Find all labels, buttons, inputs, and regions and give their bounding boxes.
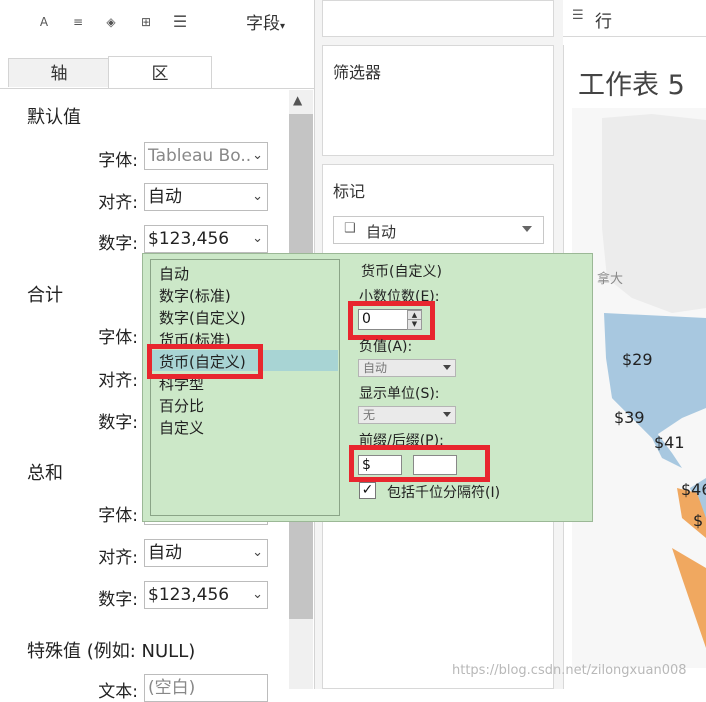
dropdown-value: 自动: [363, 361, 388, 375]
fields-dropdown[interactable]: 字段▾: [246, 9, 285, 34]
sum-align-dropdown[interactable]: 自动 ⌄: [144, 539, 268, 567]
chevron-down-icon: ⌄: [252, 148, 263, 163]
map-label: $39: [614, 408, 645, 427]
sum-number-dropdown[interactable]: $123,456 ⌄: [144, 581, 268, 609]
thousands-checkbox[interactable]: ✓: [359, 482, 376, 499]
negative-dropdown[interactable]: 自动: [358, 359, 456, 377]
rows-icon: ☰: [572, 8, 584, 23]
dropdown-value: 自动: [148, 543, 182, 563]
align-label: 对齐:: [98, 193, 138, 213]
rows-label: 行: [595, 12, 612, 32]
chevron-down-icon: [522, 226, 532, 232]
default-align-dropdown[interactable]: 自动 ⌄: [144, 183, 268, 211]
list-item[interactable]: 百分比: [159, 395, 204, 416]
align-label: 对齐:: [98, 371, 138, 391]
chevron-down-icon: [443, 365, 451, 370]
list-item[interactable]: 数字(标准): [159, 285, 231, 306]
font-label: 字体:: [98, 506, 138, 526]
default-number-dropdown[interactable]: $123,456 ⌄: [144, 225, 268, 253]
special-text-input[interactable]: (空白): [144, 674, 268, 702]
number-label: 数字:: [98, 413, 138, 433]
highlight-box-selected: [147, 344, 263, 379]
negative-label: 负值(A):: [359, 339, 413, 355]
list-item[interactable]: 自定义: [159, 417, 204, 438]
default-font-dropdown[interactable]: Tableau Bo.. ⌄: [144, 142, 268, 170]
watermark: https://blog.csdn.net/zilongxuan008: [452, 663, 687, 678]
number-label: 数字:: [98, 590, 138, 610]
map-icon: ❑: [344, 221, 356, 236]
units-dropdown[interactable]: 无: [358, 406, 456, 424]
marks-title: 标记: [333, 182, 366, 201]
dropdown-value: 无: [363, 408, 376, 422]
thousands-label: 包括千位分隔符(I): [387, 485, 501, 501]
filters-title: 筛选器: [333, 63, 382, 82]
fields-label: 字段: [246, 14, 280, 34]
dropdown-value: Tableau Bo..: [148, 146, 252, 166]
list-item[interactable]: 自动: [159, 263, 189, 284]
map-label: $29: [622, 350, 653, 369]
sum-section-title: 总和: [27, 463, 63, 484]
map-label: $46: [681, 480, 706, 499]
tab-zone[interactable]: 区: [108, 56, 212, 89]
special-section-title: 特殊值 (例如: NULL): [27, 641, 196, 662]
map-label: $41: [654, 433, 685, 452]
font-label: 字体:: [98, 151, 138, 171]
input-value: (空白): [148, 678, 196, 698]
shading-icon[interactable]: ◈: [101, 12, 121, 32]
text-label: 文本:: [98, 682, 138, 702]
total-section-title: 合计: [27, 285, 63, 306]
map-label: 拿大: [597, 272, 624, 287]
align-label: 对齐:: [98, 548, 138, 568]
pages-card: [322, 0, 554, 37]
font-label: 字体:: [98, 328, 138, 348]
number-label: 数字:: [98, 234, 138, 254]
chevron-down-icon: ⌄: [252, 545, 263, 560]
sheet-title: 工作表 5: [578, 70, 685, 101]
chevron-down-icon: [443, 412, 451, 417]
mark-type-value: 自动: [366, 223, 397, 241]
map-label: $: [693, 511, 704, 530]
list-item[interactable]: 数字(自定义): [159, 307, 246, 328]
tab-divider: [0, 88, 314, 89]
dropdown-value: 自动: [148, 187, 182, 207]
highlight-box-prefix: [349, 445, 490, 482]
tab-axis[interactable]: 轴: [8, 58, 110, 87]
chevron-down-icon: ⌄: [252, 587, 263, 602]
chevron-down-icon: ⌄: [252, 231, 263, 246]
format-header: 货币(自定义): [361, 264, 442, 280]
check-icon: ✓: [361, 482, 374, 498]
chevron-down-icon: ▾: [280, 21, 286, 32]
mark-type-dropdown[interactable]: ❑ 自动: [333, 216, 544, 244]
dropdown-value: $123,456: [148, 585, 230, 605]
align-icon[interactable]: ≡: [68, 12, 88, 32]
dropdown-value: $123,456: [148, 229, 230, 249]
scroll-up-icon[interactable]: ▲: [293, 93, 302, 107]
highlight-box-decimals: [348, 301, 435, 340]
chevron-down-icon: ⌄: [252, 189, 263, 204]
borders-icon[interactable]: ⊞: [136, 12, 156, 32]
lines-icon[interactable]: ☰: [170, 12, 190, 32]
units-label: 显示单位(S):: [359, 386, 440, 402]
font-icon[interactable]: A: [34, 12, 54, 32]
default-section-title: 默认值: [27, 107, 81, 128]
rows-shelf[interactable]: ☰ 行: [563, 0, 706, 37]
